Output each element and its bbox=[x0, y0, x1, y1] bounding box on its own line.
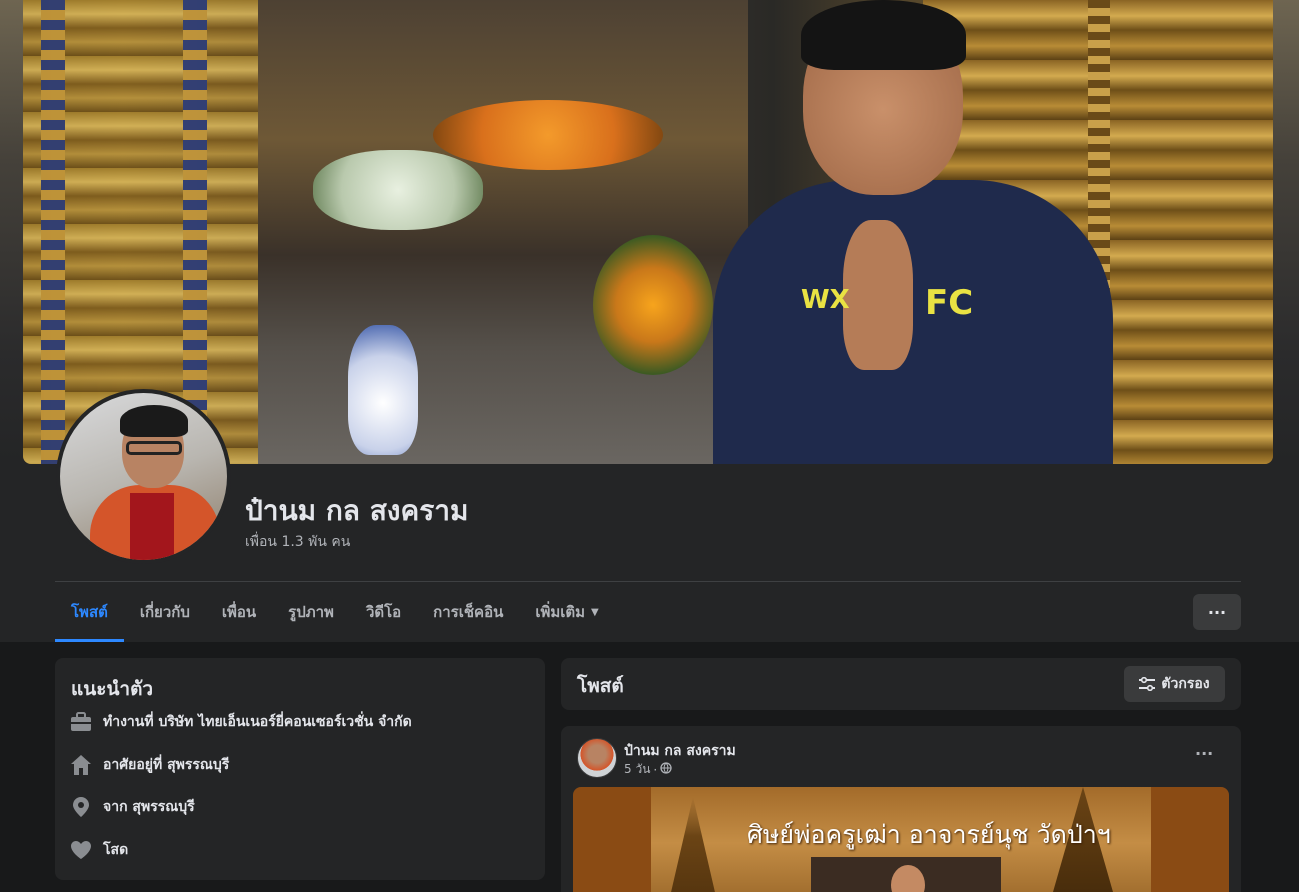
intro-card: แนะนำตัว ทำงานที่ บริษัท ไทยเอ็นเนอร์ยี่… bbox=[55, 658, 545, 880]
cover-photo[interactable]: WX FC bbox=[23, 0, 1273, 464]
post-author-name[interactable]: ป๋านม กล สงคราม bbox=[624, 740, 736, 762]
shirt-logo: WX bbox=[801, 285, 850, 315]
profile-name: ป๋านม กล สงคราม bbox=[245, 494, 469, 527]
intro-title: แนะนำตัว bbox=[71, 678, 154, 700]
profile-avatar[interactable] bbox=[56, 389, 231, 564]
filter-button[interactable]: ตัวกรอง bbox=[1124, 666, 1225, 702]
tab-about[interactable]: เกี่ยวกับ bbox=[124, 582, 206, 642]
posts-header: โพสต์ ตัวกรอง bbox=[561, 658, 1241, 710]
filter-icon bbox=[1139, 677, 1156, 691]
tab-friends[interactable]: เพื่อน bbox=[206, 582, 272, 642]
heart-icon bbox=[69, 838, 93, 862]
post-meta: 5 วัน · bbox=[624, 760, 672, 779]
globe-icon bbox=[660, 762, 672, 777]
intro-item-lives: อาศัยอยู่ที่ สุพรรณบุรี bbox=[69, 753, 229, 777]
tab-videos[interactable]: วิดีโอ bbox=[350, 582, 417, 642]
more-icon: ··· bbox=[1207, 602, 1227, 622]
shirt-text: FC bbox=[925, 283, 974, 323]
intro-item-relationship: โสด bbox=[69, 838, 128, 862]
briefcase-icon bbox=[69, 710, 93, 734]
profile-tabs: โพสต์ เกี่ยวกับ เพื่อน รูปภาพ วิดีโอ การ… bbox=[55, 582, 615, 642]
cover-person: WX FC bbox=[713, 0, 1113, 464]
post-image-caption: ศิษย์พ่อครูเฒ่า อาจารย์นุช วัดป่าฯ bbox=[747, 820, 1111, 849]
post-card: ป๋านม กล สงคราม 5 วัน · ··· ศิษย์พ่อครูเ… bbox=[561, 726, 1241, 892]
tab-more[interactable]: เพิ่มเติม ▼ bbox=[519, 582, 614, 642]
posts-title: โพสต์ bbox=[577, 675, 624, 697]
tab-posts[interactable]: โพสต์ bbox=[55, 582, 124, 642]
tab-checkins[interactable]: การเช็คอิน bbox=[417, 582, 519, 642]
location-pin-icon bbox=[69, 795, 93, 819]
tab-photos[interactable]: รูปภาพ bbox=[272, 582, 350, 642]
intro-item-work: ทำงานที่ บริษัท ไทยเอ็นเนอร์ยี่คอนเซอร์เ… bbox=[69, 710, 412, 734]
friends-count[interactable]: เพื่อน 1.3 พัน คน bbox=[245, 531, 350, 553]
post-author-avatar[interactable] bbox=[577, 738, 617, 778]
caret-down-icon: ▼ bbox=[591, 606, 599, 618]
intro-item-from: จาก สุพรรณบุรี bbox=[69, 795, 195, 819]
post-timestamp[interactable]: 5 วัน bbox=[624, 760, 650, 779]
avatar-image bbox=[60, 393, 227, 560]
post-image[interactable]: ศิษย์พ่อครูเฒ่า อาจารย์นุช วัดป่าฯ bbox=[573, 787, 1229, 892]
post-menu-button[interactable]: ··· bbox=[1195, 744, 1213, 763]
home-icon bbox=[69, 753, 93, 777]
profile-more-button[interactable]: ··· bbox=[1193, 594, 1241, 630]
